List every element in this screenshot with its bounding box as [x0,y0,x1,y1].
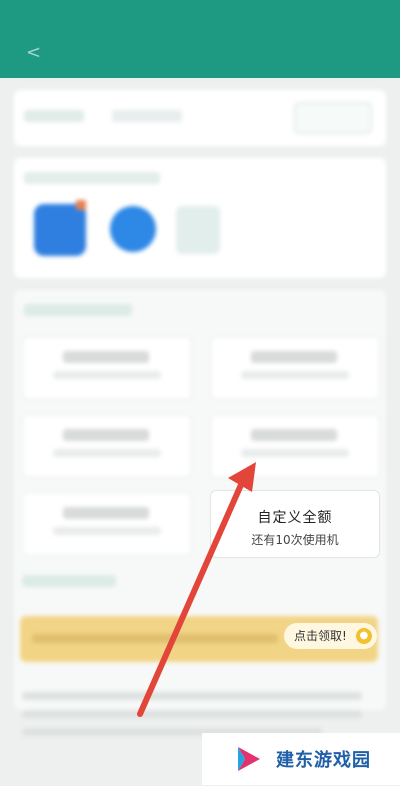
switch-button[interactable] [294,102,372,134]
task-section-title [22,575,116,587]
blurred-content [0,78,400,785]
tile-amount [63,507,149,519]
placeholder-icon[interactable] [176,206,220,254]
amount-tile-20000[interactable] [22,492,192,556]
claim-button[interactable]: 点击领取! ● [284,623,377,649]
status-bar [0,0,400,30]
recharge-title [24,304,132,316]
tile-amount [251,429,337,441]
note-line-1 [22,692,362,700]
amount-tile-10000[interactable] [210,414,380,478]
account-value [112,110,182,122]
amount-tile-2000[interactable] [210,336,380,400]
watermark-logo-icon [238,747,260,771]
tile-sub [241,449,349,457]
coin-icon: ● [355,628,372,644]
tile-sub [53,371,161,379]
service-card [14,158,386,278]
phone-icon[interactable] [110,206,156,252]
tile-amount [63,351,149,363]
account-card [14,90,386,146]
claim-button-label: 点击领取! [294,629,347,643]
custom-amount-tile[interactable]: 自定义全额 还有10次使用机 [210,490,380,558]
note-line-2 [22,710,362,718]
tile-sub [241,371,349,379]
tile-amount [251,351,337,363]
watermark: 建东游戏园 [202,733,400,785]
tile-sub [53,527,161,535]
watermark-text: 建东游戏园 [276,750,371,771]
service-card-title [24,172,160,184]
badge-icon [76,200,86,210]
custom-amount-title: 自定义全额 [257,510,333,526]
task-banner-text [32,634,278,643]
custom-amount-subtitle: 还有10次使用机 [251,533,339,547]
amount-tile-5000[interactable] [22,414,192,478]
tile-amount [63,429,149,441]
back-icon[interactable]: < [26,42,41,63]
app-icon-blue[interactable] [34,204,86,256]
app-bar: < [0,30,400,78]
account-label [24,110,84,122]
tile-sub [53,449,161,457]
amount-tile-1000[interactable] [22,336,192,400]
